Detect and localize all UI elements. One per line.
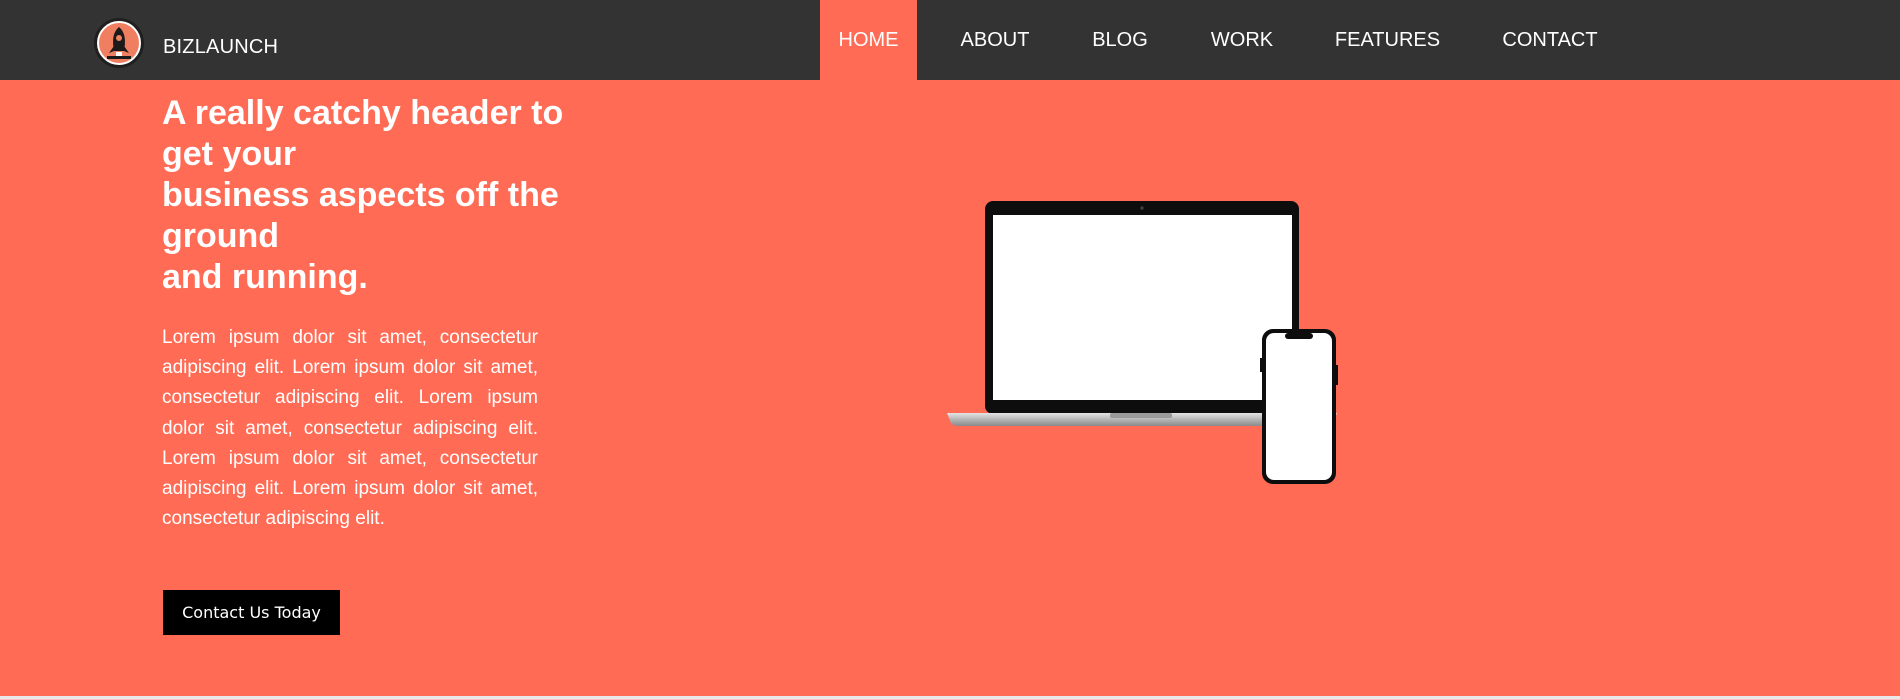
nav-item-blog[interactable]: BLOG: [1070, 0, 1170, 80]
contact-us-button[interactable]: Contact Us Today: [163, 590, 340, 635]
headline-line: and running.: [162, 258, 368, 296]
headline-line: business aspects off the ground: [162, 176, 559, 255]
headline-line: A really catchy header to get your: [162, 94, 564, 173]
hero-headline: A really catchy header to get your busin…: [162, 93, 602, 298]
nav-item-work[interactable]: WORK: [1190, 0, 1294, 80]
brand-name[interactable]: BIZLAUNCH: [163, 36, 278, 59]
nav-item-features[interactable]: FEATURES: [1320, 0, 1455, 80]
nav-item-home[interactable]: HOME: [820, 0, 917, 80]
nav-item-about[interactable]: ABOUT: [940, 0, 1050, 80]
navbar: BIZLAUNCH HOME ABOUT BLOG WORK FEATURES …: [0, 0, 1900, 80]
rocket-icon[interactable]: [94, 18, 144, 68]
laptop-phone-mockup-icon: [947, 201, 1338, 484]
hero-section: A really catchy header to get your busin…: [0, 80, 1900, 696]
nav-item-contact[interactable]: CONTACT: [1485, 0, 1615, 80]
hero-body-text: Lorem ipsum dolor sit amet, consectetur …: [162, 327, 538, 530]
